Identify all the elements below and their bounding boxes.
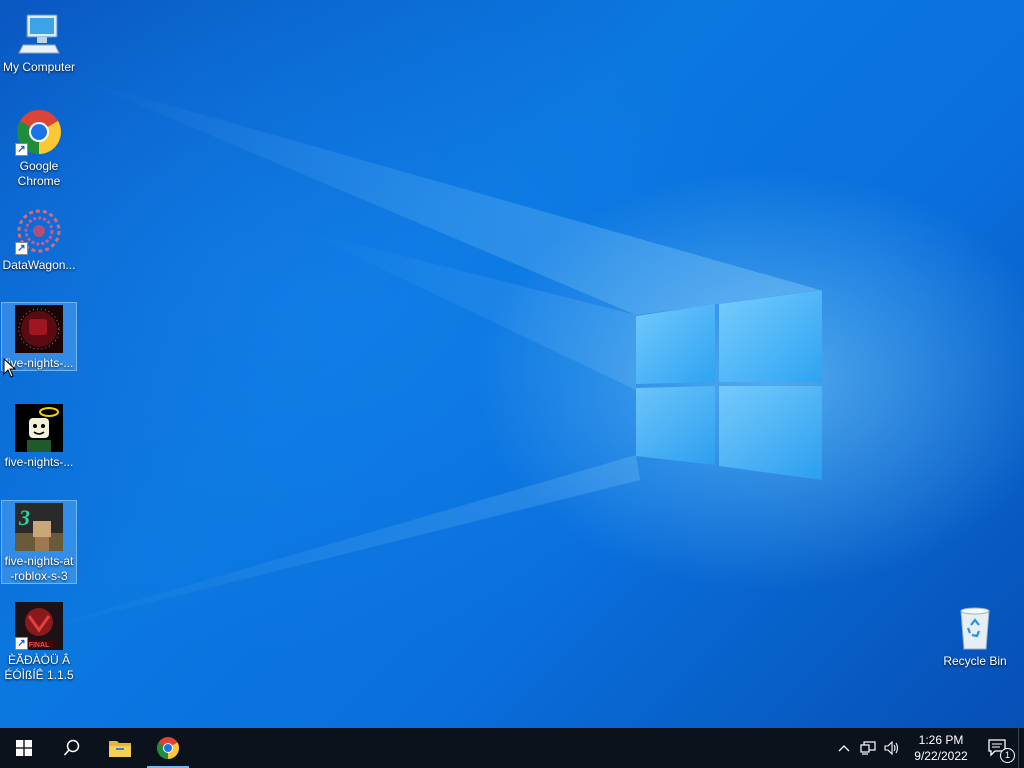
- desktop-icon-recycle-bin[interactable]: Recycle Bin: [937, 600, 1013, 670]
- search-button[interactable]: [48, 728, 96, 768]
- wallpaper-beams: [0, 80, 820, 640]
- icon-label: five-nights-at -roblox-s-3: [4, 554, 74, 583]
- icon-label: My Computer: [2, 60, 76, 74]
- show-hidden-icons-button[interactable]: [832, 728, 856, 768]
- mouse-cursor-icon: [3, 358, 17, 378]
- windows-logo: [636, 290, 822, 480]
- system-tray: 1:26 PM 9/22/2022 1: [832, 728, 1024, 768]
- icon-label: Recycle Bin: [943, 654, 1007, 668]
- recycle-bin-icon: [951, 603, 999, 651]
- game-roblox-face-icon: [15, 404, 63, 452]
- desktop-icon-game-final[interactable]: FINAL ↗ ÈÃÐÀÒÜ Â ÉÓÌßÍÊ 1.1.5: [1, 599, 77, 684]
- desktop-icon-datawagon[interactable]: ↗ DataWagon...: [1, 204, 77, 274]
- desktop-icon-my-computer[interactable]: My Computer: [1, 6, 77, 76]
- desktop-icon-five-nights-3[interactable]: 3 five-nights-at -roblox-s-3: [1, 500, 77, 584]
- notification-count-badge: 1: [1000, 748, 1015, 763]
- game-three-icon: 3: [15, 503, 63, 551]
- game-final-icon: FINAL ↗: [15, 602, 63, 650]
- datawagon-icon: ↗: [15, 207, 63, 255]
- shortcut-arrow-icon: ↗: [15, 143, 28, 156]
- desktop-icon-google-chrome[interactable]: ↗ Google Chrome: [1, 105, 77, 190]
- shortcut-arrow-icon: ↗: [15, 637, 28, 650]
- icon-label: DataWagon...: [2, 258, 76, 272]
- chrome-taskbar-button[interactable]: [144, 728, 192, 768]
- speaker-icon: [884, 741, 899, 755]
- windows-start-icon: [16, 740, 32, 756]
- svg-text:3: 3: [18, 505, 30, 530]
- network-button[interactable]: [856, 728, 880, 768]
- desktop-icon-five-nights-2[interactable]: five-nights-...: [1, 401, 77, 471]
- show-desktop-button[interactable]: [1018, 728, 1024, 768]
- clock-time: 1:26 PM: [918, 733, 964, 747]
- volume-button[interactable]: [880, 728, 904, 768]
- clock[interactable]: 1:26 PM 9/22/2022: [904, 732, 978, 764]
- computer-icon: [15, 9, 63, 57]
- desktop[interactable]: My Computer ↗ Google Chrome ↗ DataWagon.…: [0, 0, 1024, 728]
- icon-label: ÈÃÐÀÒÜ Â ÉÓÌßÍÊ 1.1.5: [4, 653, 74, 682]
- network-icon: [860, 741, 876, 755]
- shortcut-arrow-icon: ↗: [15, 242, 28, 255]
- action-center-button[interactable]: 1: [978, 728, 1018, 768]
- chrome-icon: ↗: [15, 108, 63, 156]
- folder-icon: [109, 741, 131, 757]
- svg-text:FINAL: FINAL: [29, 642, 50, 649]
- game-dark-red-icon: [15, 305, 63, 353]
- chrome-icon: [157, 737, 179, 759]
- chevron-up-icon: [838, 745, 850, 752]
- icon-label: five-nights-...: [4, 455, 74, 469]
- start-button[interactable]: [0, 728, 48, 768]
- taskbar: 1:26 PM 9/22/2022 1: [0, 728, 1024, 768]
- icon-label: Google Chrome: [17, 159, 61, 188]
- file-explorer-button[interactable]: [96, 728, 144, 768]
- search-icon: [63, 739, 80, 756]
- clock-date: 9/22/2022: [914, 749, 968, 763]
